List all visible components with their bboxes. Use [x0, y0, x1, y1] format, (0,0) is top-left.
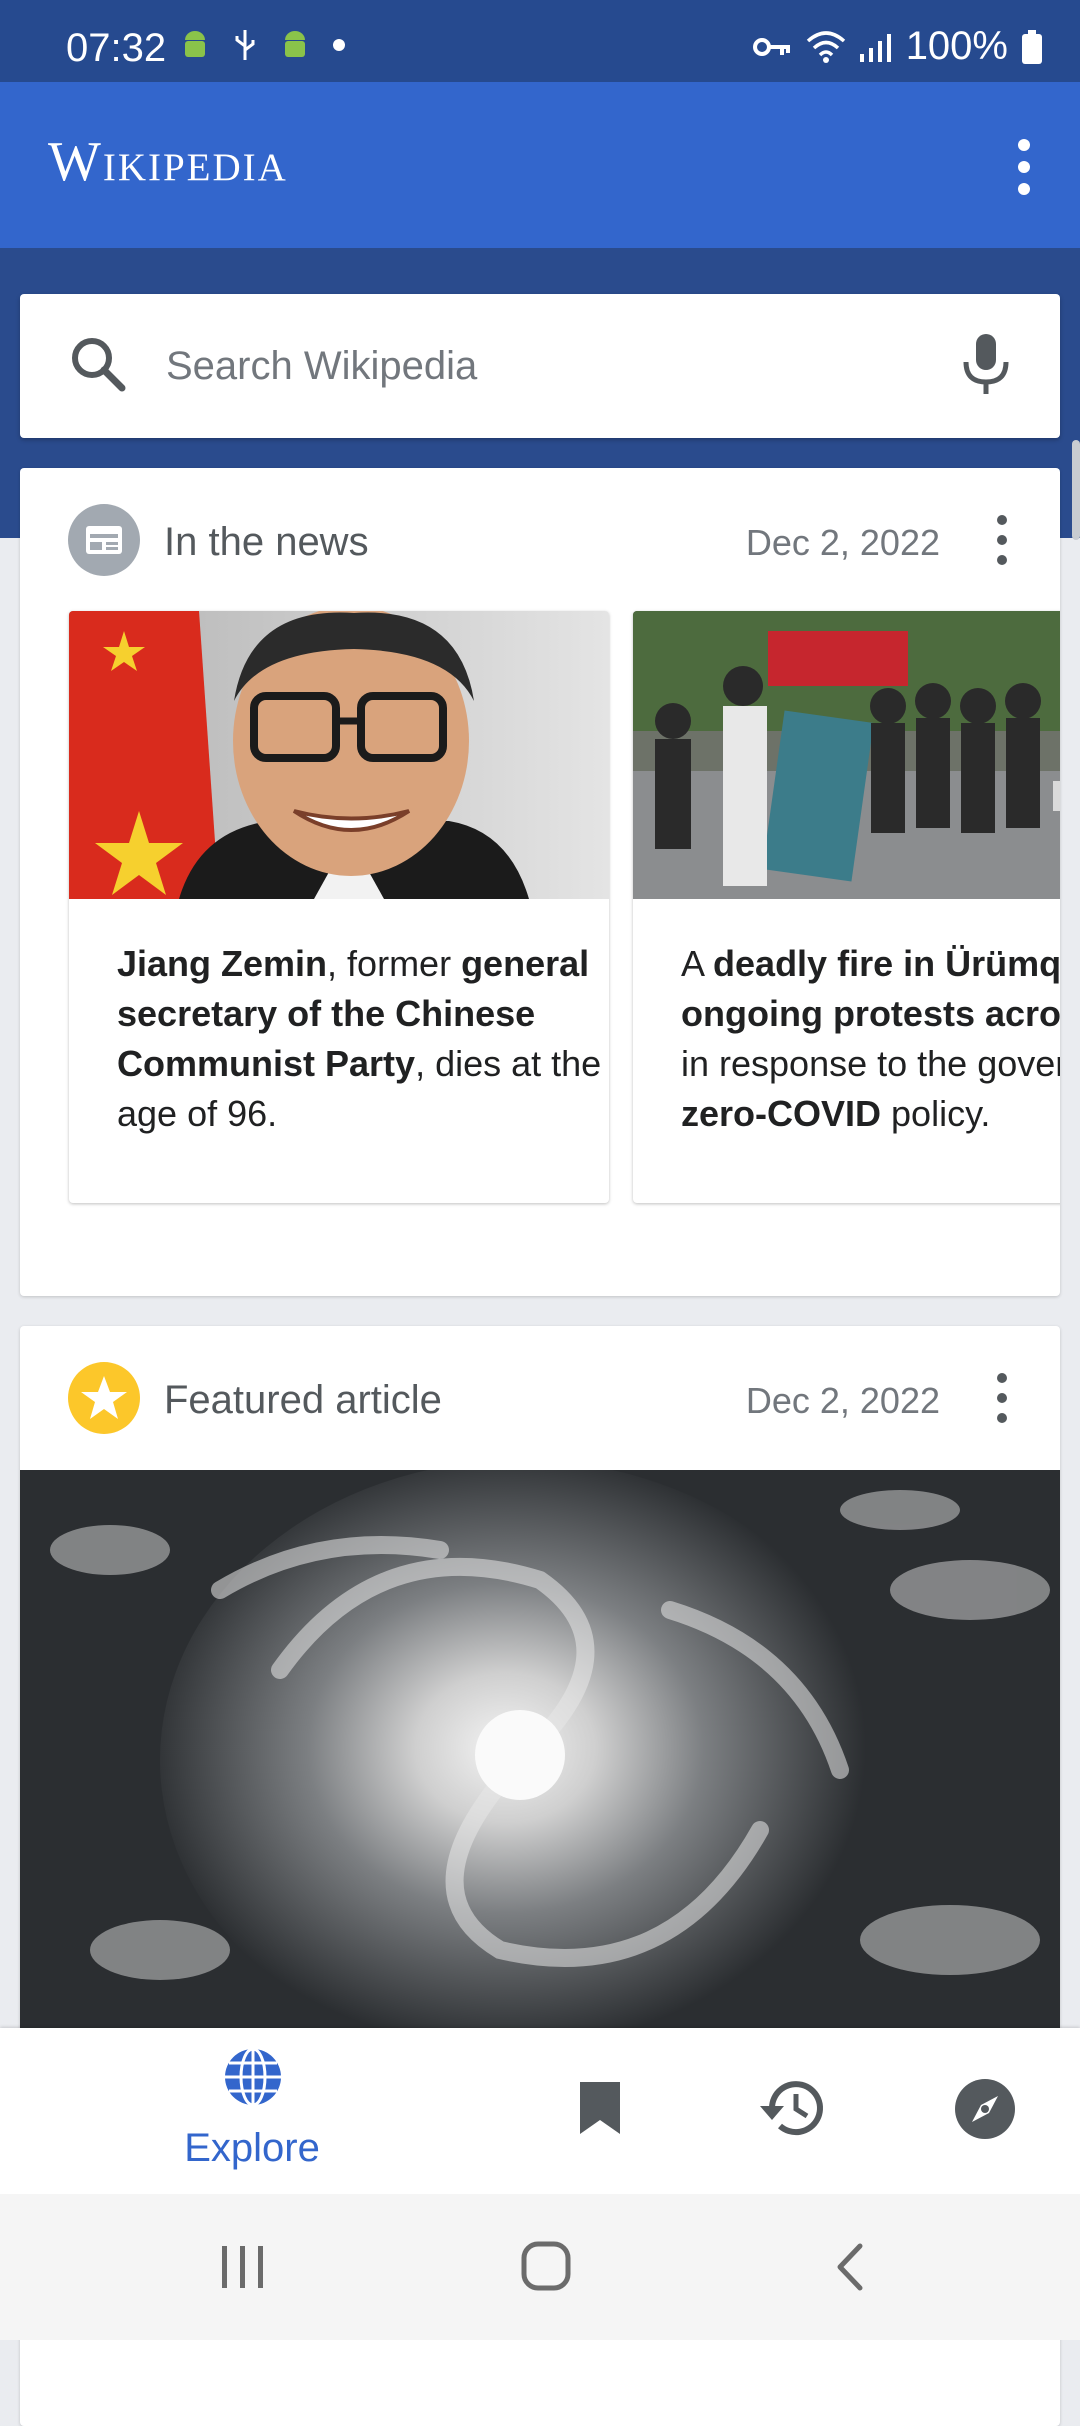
notification-icons	[180, 28, 346, 62]
featured-article-image	[20, 1470, 1060, 2070]
wikipedia-wordmark: Wikipedia	[48, 131, 288, 193]
news-card-date: Dec 2, 2022	[745, 522, 940, 563]
nav-explore[interactable]: Explore	[150, 2028, 354, 2194]
story-segment: ongoing protests across China	[681, 993, 1060, 1034]
nav-explore-label: Explore	[184, 2126, 320, 2170]
news-card-header: In the news Dec 2, 2022	[68, 504, 1060, 576]
back-icon[interactable]	[832, 2242, 866, 2292]
nav-saved[interactable]	[540, 2028, 660, 2194]
vpn-key-icon	[752, 37, 790, 56]
scrollbar[interactable]	[1072, 440, 1080, 540]
recent-apps-icon[interactable]	[220, 2244, 266, 2290]
battery-icon	[1022, 29, 1042, 64]
news-story-image	[633, 611, 1060, 899]
story-segment: deadly fire in Ürümqi	[713, 943, 1060, 984]
bottom-navigation: Explore	[0, 2028, 1080, 2194]
history-icon	[760, 2081, 823, 2136]
news-icon	[68, 504, 140, 576]
signal-icon	[859, 33, 891, 62]
android-icon	[185, 31, 205, 57]
story-segment: zero-COVID	[681, 1093, 882, 1134]
news-story-card[interactable]: Jiang Zemin, former general secretary of…	[69, 611, 609, 1203]
news-story-card[interactable]: A deadly fire in Ürümqi escalates ongoin…	[633, 611, 1060, 1203]
in-the-news-card: In the news Dec 2, 2022 Jiang Zemin, for…	[20, 468, 1060, 1296]
story-segment: , former	[327, 943, 462, 984]
android-icon	[285, 31, 305, 57]
dot-icon	[333, 39, 345, 51]
news-story-text: A deadly fire in Ürümqi escalates ongoin…	[681, 939, 1060, 1139]
news-card-menu-icon[interactable]	[992, 510, 1012, 570]
status-time: 07:32	[66, 26, 167, 70]
featured-card-menu-icon[interactable]	[992, 1368, 1012, 1428]
search-icon	[72, 338, 126, 392]
story-segment: Jiang Zemin	[117, 943, 328, 984]
globe-icon	[225, 2047, 281, 2107]
usb-icon	[235, 30, 255, 60]
bookmark-icon	[580, 2082, 620, 2134]
status-bar: 07:32 100%	[0, 0, 1080, 82]
story-segment: policy.	[881, 1093, 991, 1134]
featured-card-title: Featured article	[164, 1378, 442, 1422]
compass-icon	[955, 2079, 1015, 2139]
nav-places[interactable]	[924, 2028, 1044, 2194]
battery-percent: 100%	[905, 24, 1008, 68]
app-bar: Wikipedia	[0, 82, 1080, 248]
search-bar[interactable]: Search Wikipedia	[20, 294, 1060, 438]
news-story-text: Jiang Zemin, former general secretary of…	[117, 939, 609, 1139]
search-input[interactable]: Search Wikipedia	[166, 344, 477, 389]
system-navigation-bar	[0, 2194, 1080, 2340]
news-story-image	[69, 611, 609, 899]
home-icon[interactable]	[520, 2240, 572, 2292]
story-segment: A	[681, 943, 714, 984]
more-options-icon[interactable]	[1012, 137, 1036, 197]
microphone-icon[interactable]	[956, 330, 1016, 400]
star-icon	[68, 1362, 140, 1434]
news-card-title: In the news	[164, 520, 369, 564]
story-segment: in response to the government's	[681, 1043, 1060, 1084]
status-right: 100%	[752, 24, 1042, 69]
wifi-icon	[806, 30, 845, 63]
featured-card-header: Featured article Dec 2, 2022	[68, 1362, 1060, 1434]
featured-card-date: Dec 2, 2022	[745, 1380, 940, 1421]
nav-history[interactable]	[732, 2028, 852, 2194]
